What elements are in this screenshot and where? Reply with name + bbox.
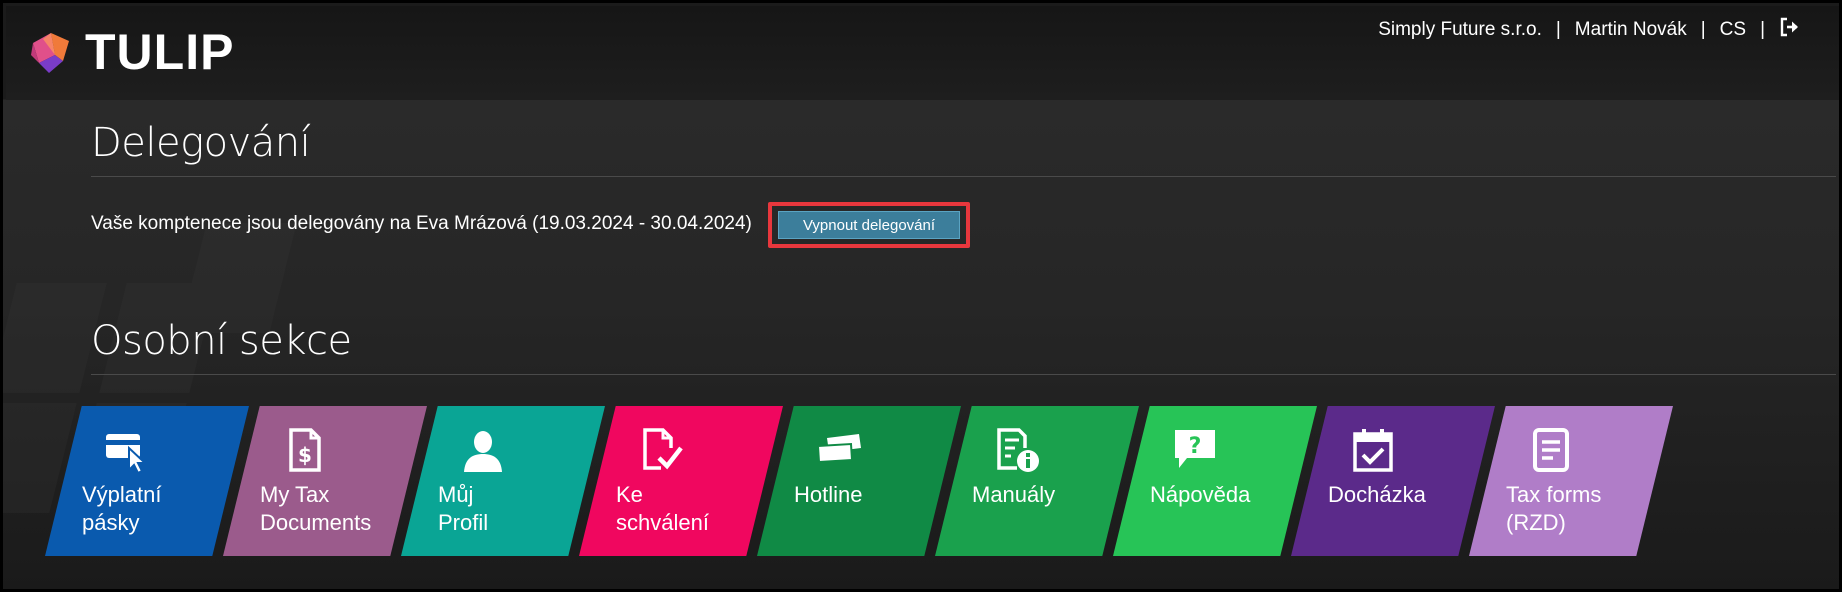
company-link[interactable]: Simply Future s.r.o. xyxy=(1378,19,1542,41)
calendar-check-icon xyxy=(1353,429,1393,472)
tile-label: Hotline xyxy=(794,482,863,507)
tile-tax-forms-rzd[interactable]: Tax forms (RZD) xyxy=(1469,406,1673,556)
disable-delegation-button[interactable]: Vypnout delegování xyxy=(778,211,960,239)
tile-dochazka[interactable]: Docházka xyxy=(1291,406,1495,556)
logout-icon[interactable] xyxy=(1779,17,1801,43)
delegation-title: Delegování xyxy=(91,120,311,166)
divider xyxy=(91,374,1836,375)
tile-label: Ke schválení xyxy=(616,482,709,535)
tile-label: Výplatní pásky xyxy=(82,482,162,535)
tile-label: Můj Profil xyxy=(438,482,489,535)
logo-text: TULIP xyxy=(85,24,235,80)
tile-my-tax-documents[interactable]: $ My Tax Documents xyxy=(223,406,427,556)
tax-form-icon xyxy=(1533,428,1569,472)
tile-ke-schvaleni[interactable]: Ke schválení xyxy=(579,406,783,556)
document-check-icon xyxy=(643,428,683,470)
user-link[interactable]: Martin Novák xyxy=(1575,19,1687,41)
separator: | xyxy=(1555,19,1561,40)
tile-hotline[interactable]: Hotline xyxy=(757,406,961,556)
tile-manualy[interactable]: Manuály xyxy=(935,406,1139,556)
personal-section-title: Osobní sekce xyxy=(91,318,352,364)
logo[interactable]: TULIP xyxy=(29,27,234,77)
tickets-icon xyxy=(816,434,861,464)
top-navigation: Simply Future s.r.o. | Martin Novák | CS… xyxy=(1378,17,1801,43)
tile-label: My Tax Documents xyxy=(260,482,372,535)
help-question-icon: ? xyxy=(1175,430,1215,468)
tile-label: Nápověda xyxy=(1150,482,1251,507)
tile-vyplatni-pasky[interactable]: Výplatní pásky xyxy=(45,406,249,556)
tile-napoveda[interactable]: ? Nápověda xyxy=(1113,406,1317,556)
tiles-grid: Výplatní pásky $ My Tax Documents Můj Pr… xyxy=(45,406,1685,556)
manual-info-icon xyxy=(997,428,1039,472)
tile-label: Tax forms (RZD) xyxy=(1506,482,1602,535)
payslip-card-click-icon xyxy=(106,434,148,474)
delegation-message: Vaše komptenece jsou delegovány na Eva M… xyxy=(91,213,752,234)
svg-text:?: ? xyxy=(1189,434,1202,459)
tax-document-dollar-icon: $ xyxy=(289,428,321,472)
separator: | xyxy=(1760,19,1765,40)
tulip-logo-icon xyxy=(31,33,69,73)
user-profile-icon xyxy=(464,431,502,472)
language-switch[interactable]: CS xyxy=(1720,19,1746,41)
app-frame: TULIP Simply Future s.r.o. | Martin Nová… xyxy=(0,0,1842,592)
highlight-box: Vypnout delegování xyxy=(768,202,970,248)
tile-muj-profil[interactable]: Můj Profil xyxy=(401,406,605,556)
tile-label: Manuály xyxy=(972,482,1056,507)
divider xyxy=(91,176,1836,177)
separator: | xyxy=(1700,19,1706,40)
tile-label: Docházka xyxy=(1328,482,1426,507)
svg-text:$: $ xyxy=(298,443,312,467)
